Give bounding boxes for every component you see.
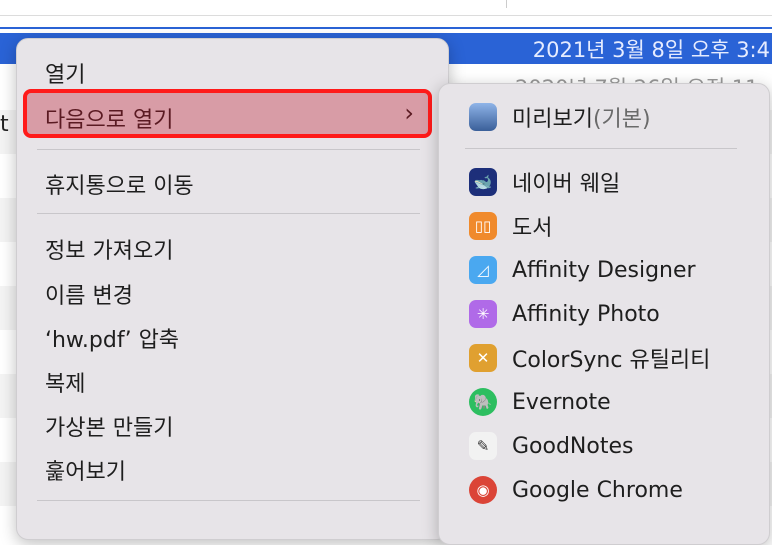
menu-item-compress[interactable]: ‘hw.pdf’ 압축 [45,322,179,354]
menu-item-get-info[interactable]: 정보 가져오기 [45,233,173,265]
divider [37,149,420,150]
whale-icon: 🐋 [469,168,497,196]
colorsync-icon: ✕ [469,344,497,372]
app-label: 미리보기 [512,107,593,132]
submenu-item-app[interactable]: 🐘 Evernote [469,387,611,417]
divider [37,213,420,214]
menu-item-open-with[interactable]: 다음으로 열기 › [23,89,432,138]
divider [37,500,420,501]
app-label: GoodNotes [512,433,634,459]
column-divider [506,0,507,8]
divider [0,15,772,16]
menu-item-make-alias[interactable]: 가상본 만들기 [45,410,173,442]
submenu-item-app[interactable]: ▯▯ 도서 [469,211,552,241]
app-label: 도서 [512,216,553,241]
open-with-label: 다음으로 열기 [45,108,174,133]
chrome-icon: ◉ [469,476,497,504]
books-icon: ▯▯ [469,212,497,240]
selected-file-date: 2021년 3월 8일 오후 3:4 [532,38,770,62]
chevron-right-icon: › [404,99,414,127]
app-label: Evernote [512,389,611,415]
submenu-item-app[interactable]: ✳ Affinity Photo [469,299,660,329]
selection-outline [0,27,772,29]
submenu-item-app[interactable]: 🐋 네이버 웨일 [469,167,620,197]
menu-item-move-to-trash[interactable]: 휴지통으로 이동 [45,168,194,200]
goodnotes-icon: ✎ [469,432,497,460]
open-with-submenu: 미리보기 (기본) 🐋 네이버 웨일 ▯▯ 도서 ◿ Affinity Designer ✳ A… [438,83,770,545]
submenu-item-app[interactable]: ✎ GoodNotes [469,431,633,461]
context-menu: 열기 다음으로 열기 › 휴지통으로 이동 정보 가져오기 이름 변경 ‘hw.… [16,38,449,540]
app-label: Google Chrome [512,477,683,503]
menu-item-duplicate[interactable]: 복제 [45,366,85,398]
file-name-fragment: t [0,112,9,137]
affinity-designer-icon: ◿ [469,256,497,284]
evernote-icon: 🐘 [469,388,497,416]
app-label: Affinity Designer [512,257,696,283]
divider [465,148,737,149]
submenu-item-app[interactable]: ◉ Google Chrome [469,475,683,505]
app-label: ColorSync 유틸리티 [512,348,711,373]
submenu-item-app[interactable]: ✕ ColorSync 유틸리티 [469,343,710,373]
preview-icon [469,103,497,131]
app-label: Affinity Photo [512,301,660,327]
submenu-item-preview[interactable]: 미리보기 (기본) [469,102,651,132]
default-suffix: (기본) [592,107,651,132]
submenu-item-app[interactable]: ◿ Affinity Designer [469,255,696,285]
app-label: 네이버 웨일 [512,172,621,197]
menu-item-rename[interactable]: 이름 변경 [45,278,133,310]
menu-item-open[interactable]: 열기 [45,57,85,89]
menu-item-quick-look[interactable]: 훑어보기 [45,454,126,486]
affinity-photo-icon: ✳ [469,300,497,328]
